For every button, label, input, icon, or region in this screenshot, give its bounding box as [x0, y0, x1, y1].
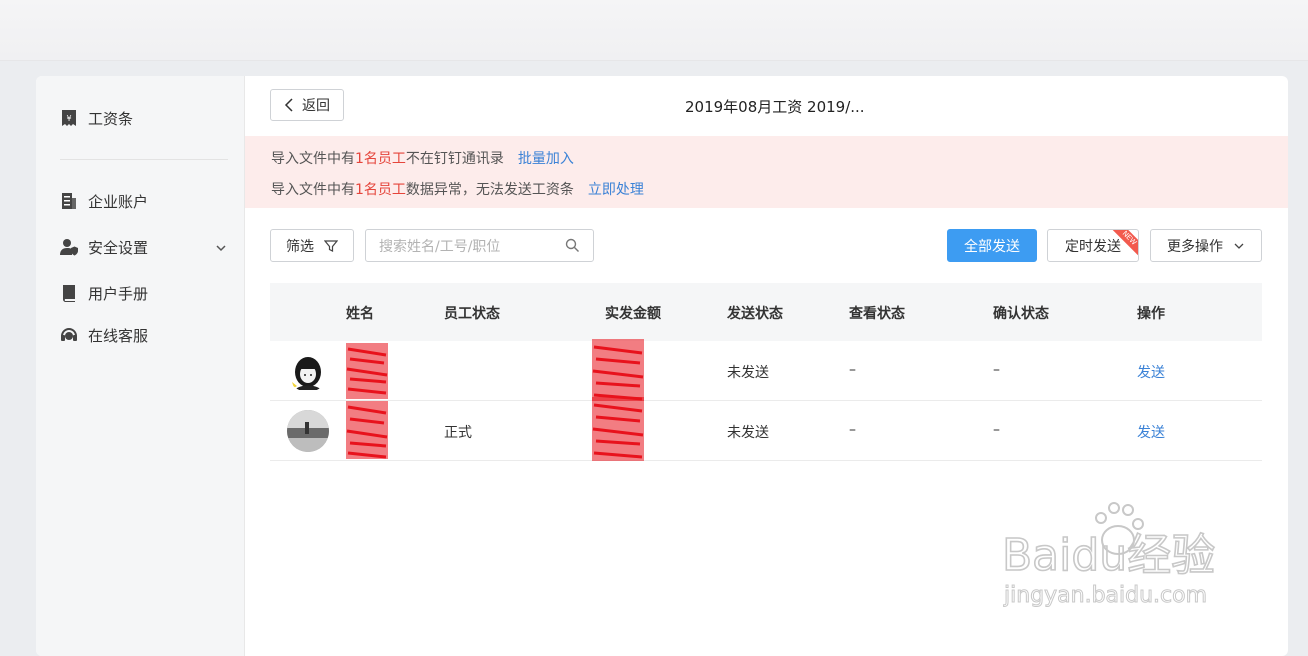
more-actions-label: 更多操作: [1167, 238, 1223, 255]
book-icon: [60, 284, 78, 302]
sidebar-item-payslip[interactable]: ¥ 工资条: [60, 106, 133, 130]
table-header: 姓名 员工状态 实发金额 发送状态 查看状态 确认状态 操作: [270, 283, 1262, 341]
search-input[interactable]: [377, 230, 561, 263]
confirm-status: –: [993, 422, 1000, 438]
alert-text: 不在钉钉通讯录: [405, 151, 504, 167]
filter-label: 筛选: [286, 238, 314, 255]
timed-send-button[interactable]: 定时发送 NEW: [1047, 229, 1139, 262]
document-icon: [60, 192, 78, 210]
alert-highlight: 1名员工: [355, 151, 406, 167]
headset-icon: [60, 326, 78, 344]
browser-top-bar: [0, 0, 1308, 61]
more-actions-button[interactable]: 更多操作: [1150, 229, 1262, 262]
sidebar-item-enterprise-account[interactable]: 企业账户: [60, 189, 148, 213]
sidebar-item-label: 用户手册: [88, 284, 149, 303]
send-all-button[interactable]: 全部发送: [947, 229, 1037, 262]
redacted-name: [344, 341, 392, 405]
chevron-left-icon: [284, 98, 293, 112]
table-row: 正式 未发送 – – 发送: [270, 397, 1262, 461]
send-link[interactable]: 发送: [1137, 362, 1165, 382]
handle-now-link[interactable]: 立即处理: [588, 182, 644, 198]
view-status: –: [849, 362, 856, 378]
column-header: 实发金额: [605, 306, 661, 322]
sidebar-item-label: 工资条: [88, 109, 134, 128]
search-box: [365, 229, 594, 263]
payslip-icon: ¥: [60, 109, 78, 127]
redacted-amount: [590, 395, 648, 469]
payslip-table: 姓名 员工状态 实发金额 发送状态 查看状态 确认状态 操作 未发送 – – 发…: [270, 283, 1262, 461]
avatar: [287, 410, 329, 452]
sidebar-divider: [60, 159, 228, 160]
column-header: 员工状态: [444, 306, 500, 322]
funnel-icon: [324, 239, 338, 252]
alert-banner: 导入文件中有1名员工不在钉钉通讯录 批量加入 导入文件中有1名员工数据异常，无法发…: [245, 136, 1288, 208]
page-title: 2019年08月工资 2019/...: [685, 98, 865, 116]
column-header: 发送状态: [727, 306, 783, 322]
employee-status: 正式: [444, 425, 472, 441]
watermark-url: jingyan.baidu.com: [1003, 583, 1207, 608]
sidebar-item-security[interactable]: 安全设置: [60, 235, 148, 259]
column-header: 确认状态: [993, 306, 1049, 322]
send-link[interactable]: 发送: [1137, 422, 1165, 442]
alert-message: 导入文件中有1名员工不在钉钉通讯录 批量加入: [271, 148, 574, 168]
batch-add-link[interactable]: 批量加入: [518, 151, 574, 167]
svg-text:¥: ¥: [66, 114, 71, 123]
view-status: –: [849, 422, 856, 438]
sidebar-item-user-manual[interactable]: 用户手册: [60, 281, 148, 305]
table-row: 未发送 – – 发送: [270, 339, 1262, 401]
filter-button[interactable]: 筛选: [270, 229, 354, 262]
sidebar-item-label: 在线客服: [88, 326, 149, 345]
column-header: 操作: [1137, 306, 1165, 322]
column-header: 查看状态: [849, 306, 905, 322]
alert-text: 导入文件中有: [271, 182, 355, 198]
chevron-down-icon[interactable]: [214, 240, 228, 254]
sidebar-item-label: 安全设置: [88, 238, 149, 257]
alert-text: 数据异常，无法发送工资条: [405, 182, 574, 198]
column-header: 姓名: [346, 306, 374, 322]
confirm-status: –: [993, 362, 1000, 378]
send-status: 未发送: [727, 425, 769, 441]
sidebar-item-label: 企业账户: [88, 192, 149, 211]
sidebar: ¥ 工资条 企业账户 安全设置 用户手册 在线客服: [36, 76, 245, 656]
watermark-brand: Baidu经验: [1002, 530, 1215, 581]
redacted-name: [344, 399, 392, 465]
search-icon[interactable]: [565, 238, 580, 253]
send-status: 未发送: [727, 365, 769, 381]
back-button[interactable]: 返回: [270, 89, 344, 121]
alert-text: 导入文件中有: [271, 151, 355, 167]
chevron-down-icon: [1234, 243, 1244, 249]
baidu-watermark: Baidu经验 jingyan.baidu.com: [1000, 500, 1240, 610]
user-shield-icon: [60, 238, 78, 256]
avatar: [287, 350, 329, 392]
back-button-label: 返回: [302, 98, 330, 114]
sidebar-item-online-support[interactable]: 在线客服: [60, 323, 148, 347]
alert-message: 导入文件中有1名员工数据异常，无法发送工资条 立即处理: [271, 179, 644, 199]
timed-send-label: 定时发送: [1065, 238, 1121, 255]
alert-highlight: 1名员工: [355, 182, 406, 198]
